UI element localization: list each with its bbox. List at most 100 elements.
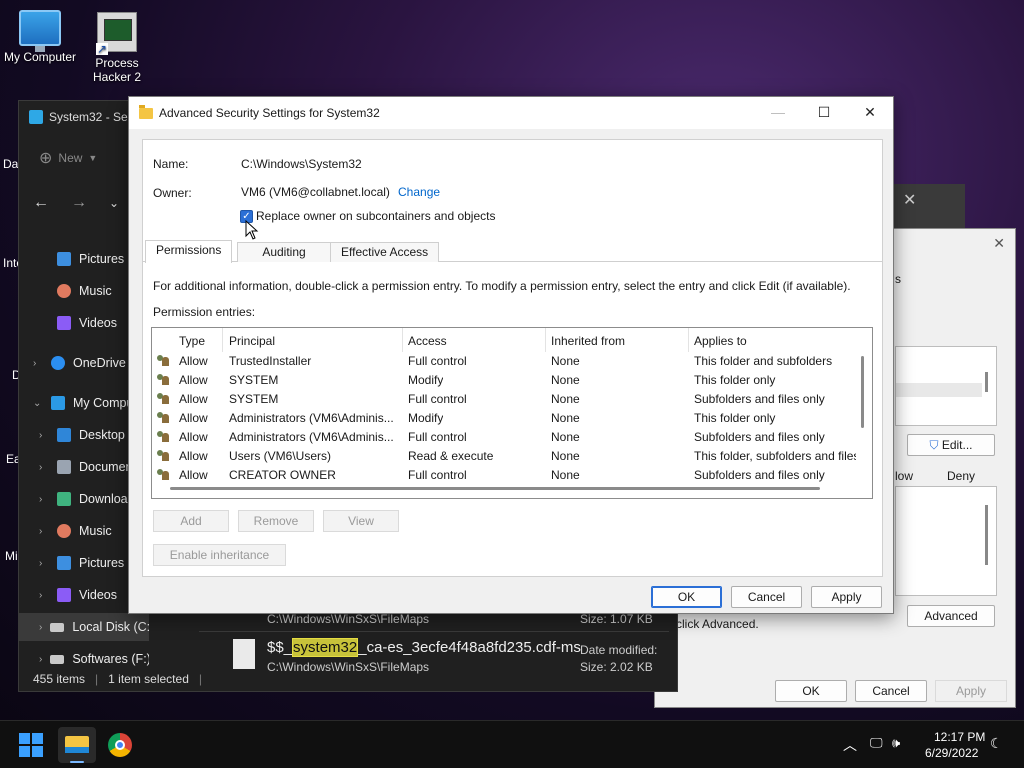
search-highlight: system32 (292, 638, 359, 657)
users-group-icon (156, 468, 171, 482)
ok-button[interactable]: OK (775, 680, 847, 702)
vertical-scrollbar[interactable] (861, 356, 864, 428)
chevron-right-icon: › (39, 429, 43, 441)
table-row[interactable]: Allow SYSTEM Modify None This folder onl… (152, 371, 862, 390)
table-row[interactable]: Allow Administrators (VM6\Adminis... Ful… (152, 428, 862, 447)
clock-time[interactable]: 12:17 PM (934, 730, 985, 744)
replace-owner-label: Replace owner on subcontainers and objec… (256, 209, 496, 223)
desktop-icon-label: Process Hacker 2 (92, 56, 142, 84)
advanced-security-dialog: Advanced Security Settings for System32 … (128, 96, 894, 614)
close-icon[interactable]: ✕ (903, 190, 916, 210)
remove-button[interactable]: Remove (238, 510, 314, 532)
tab-effective-access[interactable]: Effective Access (330, 242, 440, 262)
status-divider: | (95, 672, 99, 686)
group-list-box (895, 346, 997, 426)
tab-auditing[interactable]: Auditing (237, 242, 331, 262)
permission-entries-table: Type Principal Access Inherited from App… (151, 327, 873, 499)
selected-count: 1 item selected (108, 672, 189, 686)
table-row[interactable]: Allow SYSTEM Full control None Subfolder… (152, 390, 862, 409)
download-icon (57, 492, 71, 506)
column-header-principal[interactable]: Principal (229, 334, 275, 348)
users-group-icon (156, 373, 171, 387)
column-header-inherited-from[interactable]: Inherited from (551, 334, 625, 348)
cancel-button[interactable]: Cancel (731, 586, 802, 608)
edit-button[interactable]: ⛉ Edit... (907, 434, 995, 456)
users-group-icon (156, 392, 171, 406)
drive-icon (50, 654, 65, 664)
new-button[interactable]: ⊕ New ▼ (39, 148, 97, 168)
owner-value: VM6 (VM6@collabnet.local) (241, 185, 390, 199)
back-icon[interactable]: ← (33, 194, 49, 212)
table-row[interactable]: Allow Administrators (VM6\Adminis... Mod… (152, 409, 862, 428)
explorer-app-icon (29, 110, 43, 124)
table-row[interactable]: Allow Users (VM6\Users) Read & execute N… (152, 447, 862, 466)
apply-button[interactable]: Apply (811, 586, 882, 608)
shield-icon: ⛉ (929, 438, 939, 452)
allow-column-label: low (895, 469, 914, 483)
users-group-icon (156, 449, 171, 463)
network-icon[interactable]: 🖵 (870, 735, 883, 751)
chevron-down-icon: ▼ (88, 153, 98, 163)
file-size: Size: 1.07 KB (580, 612, 653, 626)
name-label: Name: (153, 157, 189, 171)
column-header-access[interactable]: Access (408, 334, 447, 348)
status-divider: | (198, 672, 202, 686)
maximize-button[interactable]: ☐ (801, 97, 847, 127)
enable-inheritance-button[interactable]: Enable inheritance (153, 544, 286, 566)
file-icon (233, 639, 255, 669)
view-button[interactable]: View (323, 510, 399, 532)
horizontal-scrollbar[interactable] (170, 487, 820, 490)
sidebar-item-my-computer[interactable]: ⌄ My Compu (33, 389, 143, 417)
explorer-title: System32 - Sear (49, 110, 139, 124)
file-path: C:\Windows\WinSxS\FileMaps (267, 612, 430, 626)
table-row[interactable]: Allow CREATOR OWNER Full control None Su… (152, 466, 862, 485)
plus-icon: ⊕ (39, 150, 53, 167)
process-hacker-icon (96, 12, 137, 55)
desktop-icon-label: My Computer (3, 50, 77, 64)
computer-icon (51, 396, 65, 410)
windows-start-icon[interactable] (19, 733, 43, 757)
monitor-icon (19, 10, 61, 52)
advanced-button[interactable]: Advanced (907, 605, 995, 627)
volume-icon[interactable]: 🕪 (892, 735, 900, 751)
background-window-fragment: ✕ (893, 184, 965, 228)
chevron-down-icon[interactable]: ⌄ (109, 196, 119, 210)
users-group-icon (156, 354, 171, 368)
add-button[interactable]: Add (153, 510, 229, 532)
column-separator (545, 328, 546, 352)
list-item[interactable]: $$_system32_ca-es_3ecfe4f48a8fd235.cdf-m… (267, 638, 581, 657)
chevron-right-icon: › (39, 653, 43, 665)
desktop-icon-my-computer[interactable]: My Computer (0, 10, 80, 64)
info-text: For additional information, double-click… (153, 279, 851, 293)
chevron-right-icon: › (39, 461, 43, 473)
change-owner-link[interactable]: Change (398, 185, 440, 199)
chevron-up-icon[interactable]: ︿ (843, 735, 857, 755)
close-button[interactable]: ✕ (847, 97, 893, 127)
desktop-icon-process-hacker[interactable]: Process Hacker 2 (77, 12, 157, 84)
column-header-type[interactable]: Type (179, 334, 205, 348)
cancel-button[interactable]: Cancel (855, 680, 927, 702)
deny-column-label: Deny (947, 469, 976, 483)
owner-label: Owner: (153, 186, 192, 200)
clock-date[interactable]: 6/29/2022 (925, 746, 978, 760)
column-header-applies-to[interactable]: Applies to (694, 334, 747, 348)
minimize-button[interactable]: — (755, 97, 801, 127)
chrome-icon[interactable] (108, 733, 132, 757)
forward-icon[interactable]: → (71, 194, 87, 212)
documents-icon (57, 460, 71, 474)
desktop-edge-label: Mi (5, 549, 18, 563)
music-icon (57, 284, 71, 298)
sidebar-item-local-disk[interactable]: › Local Disk (C:) (19, 613, 149, 641)
notification-moon-icon[interactable]: ☾ (990, 735, 1003, 752)
tab-permissions[interactable]: Permissions (145, 240, 233, 263)
close-icon[interactable]: ✕ (993, 235, 1005, 252)
chevron-right-icon: › (39, 525, 43, 537)
chevron-right-icon: › (39, 589, 43, 601)
ok-button[interactable]: OK (651, 586, 722, 608)
table-row[interactable]: Allow TrustedInstaller Full control None… (152, 352, 862, 371)
videos-icon (57, 588, 71, 602)
file-explorer-taskbar-icon[interactable] (58, 727, 96, 763)
dialog-title: Advanced Security Settings for System32 (159, 106, 380, 120)
mouse-cursor-icon (245, 220, 259, 240)
sidebar-item-onedrive[interactable]: › OneDrive - (33, 349, 143, 377)
